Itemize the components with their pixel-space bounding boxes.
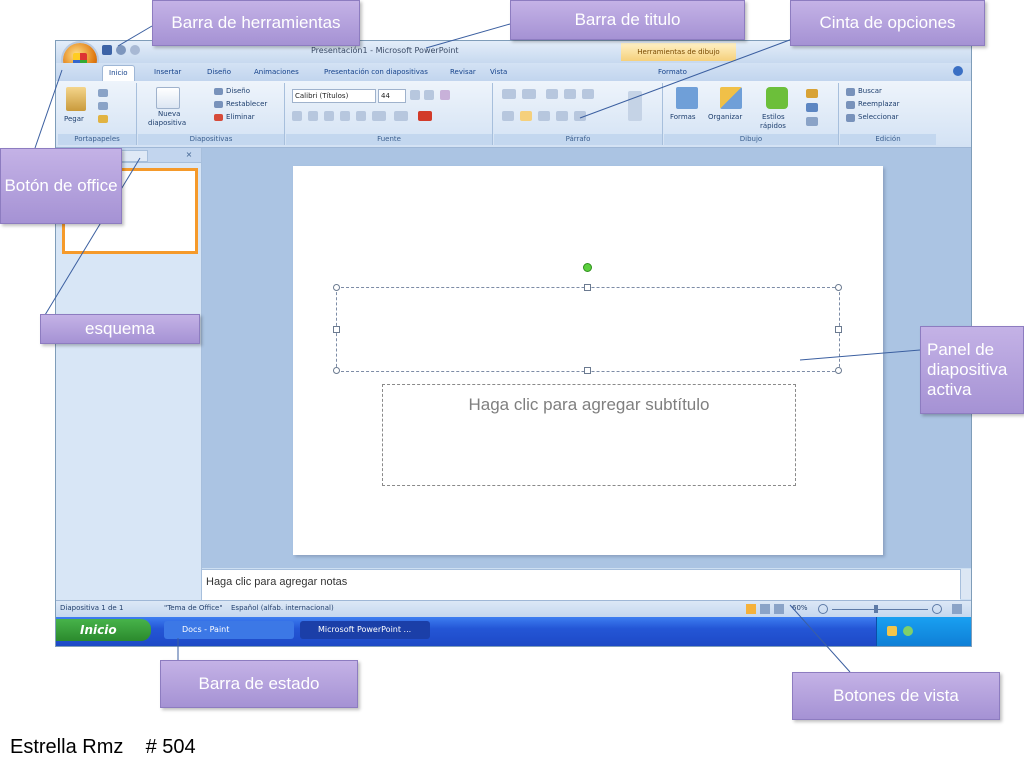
leader-panel [799,349,921,361]
callout-view-buttons: Botones de vista [792,672,1000,720]
leader-title [425,23,511,49]
callout-active-slide-panel: Panel de diapositiva activa [920,326,1024,414]
callout-title-bar: Barra de titulo [510,0,745,40]
callout-status-bar: Barra de estado [160,660,358,708]
author-name: Estrella Rmz [10,736,124,758]
leader-toolbar [117,25,153,47]
footer-author: Estrella Rmz # 504 [10,736,196,759]
callout-office-button: Botón de office [0,148,122,224]
callout-ribbon: Cinta de opciones [790,0,985,46]
leader-ribbon [579,37,796,119]
callout-leader-lines [34,23,921,673]
author-number: # 504 [145,736,196,758]
callout-toolbar: Barra de herramientas [152,0,360,46]
leader-office [34,69,63,149]
callout-outline: esquema [40,314,200,344]
leader-view [789,604,851,673]
